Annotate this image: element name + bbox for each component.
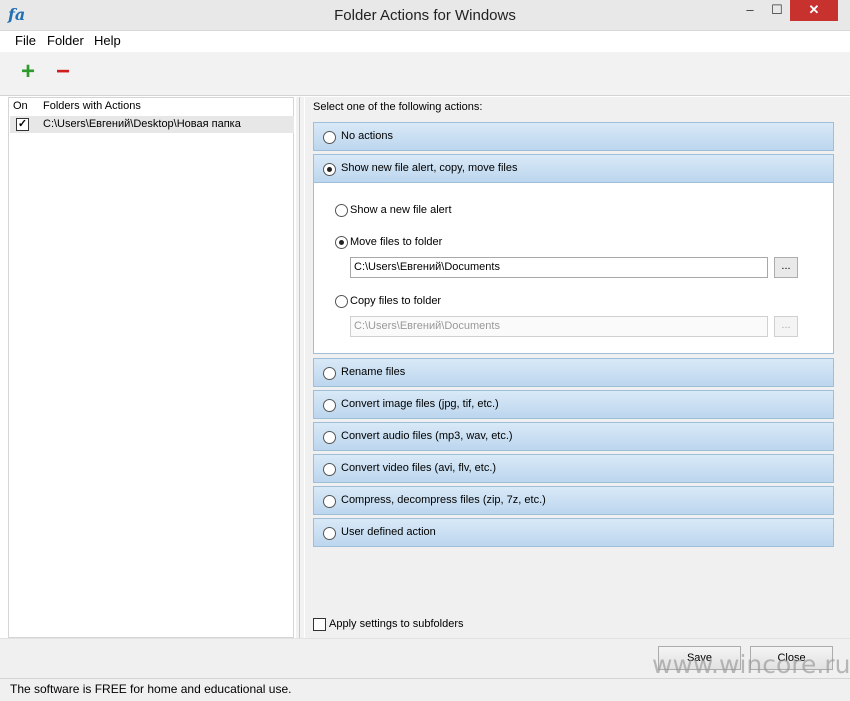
- column-header-folders[interactable]: Folders with Actions: [43, 100, 141, 112]
- copy-destination-field[interactable]: C:\Users\Евгений\Documents: [350, 316, 768, 337]
- status-bar: The software is FREE for home and educat…: [0, 678, 850, 701]
- close-window-button[interactable]: ✕: [790, 0, 838, 21]
- pane-splitter[interactable]: [296, 97, 304, 638]
- action-rename-files[interactable]: Rename files: [313, 358, 834, 387]
- action-label: Convert image files (jpg, tif, etc.): [341, 398, 499, 410]
- watermark: www.wincore.ru: [652, 650, 850, 679]
- action-label: No actions: [341, 130, 393, 142]
- folder-row[interactable]: ✓ C:\Users\Евгений\Desktop\Новая папка: [10, 116, 294, 133]
- status-text: The software is FREE for home and educat…: [10, 682, 292, 696]
- action-convert-image[interactable]: Convert image files (jpg, tif, etc.): [313, 390, 834, 419]
- radio-button[interactable]: [323, 527, 336, 540]
- radio-button[interactable]: [323, 399, 336, 412]
- copy-browse-button[interactable]: ...: [774, 316, 798, 337]
- folders-list: On Folders with Actions ✓ C:\Users\Евген…: [8, 97, 294, 638]
- action-no-actions[interactable]: No actions: [313, 122, 834, 151]
- menu-folder[interactable]: Folder: [47, 33, 84, 48]
- radio-button[interactable]: [323, 495, 336, 508]
- move-files-radio[interactable]: [335, 236, 348, 249]
- action-label: Convert video files (avi, flv, etc.): [341, 462, 497, 474]
- alert-copy-move-options: Show a new file alert Move files to fold…: [313, 183, 834, 354]
- action-compress[interactable]: Compress, decompress files (zip, 7z, etc…: [313, 486, 834, 515]
- folder-enabled-checkbox[interactable]: ✓: [16, 118, 29, 131]
- action-label: Rename files: [341, 366, 406, 378]
- remove-folder-button[interactable]: −: [52, 60, 74, 84]
- action-convert-audio[interactable]: Convert audio files (mp3, wav, etc.): [313, 422, 834, 451]
- apply-subfolders-checkbox[interactable]: [313, 618, 326, 631]
- window-title: Folder Actions for Windows: [334, 7, 516, 24]
- copy-files-label: Copy files to folder: [350, 295, 442, 307]
- minus-icon: −: [55, 58, 70, 85]
- move-files-label: Move files to folder: [350, 236, 443, 248]
- radio-button[interactable]: [323, 431, 336, 444]
- move-browse-button[interactable]: ...: [774, 257, 798, 278]
- action-label: Convert audio files (mp3, wav, etc.): [341, 430, 513, 442]
- apply-subfolders-label: Apply settings to subfolders: [329, 618, 464, 630]
- column-header-on[interactable]: On: [13, 100, 28, 112]
- maximize-button[interactable]: ☐: [764, 0, 790, 21]
- menu-file[interactable]: File: [15, 33, 36, 48]
- toolbar: + −: [0, 52, 850, 96]
- action-label: Compress, decompress files (zip, 7z, etc…: [341, 494, 546, 506]
- show-alert-radio[interactable]: [335, 204, 348, 217]
- show-alert-label: Show a new file alert: [350, 204, 452, 216]
- action-convert-video[interactable]: Convert video files (avi, flv, etc.): [313, 454, 834, 483]
- menu-help[interactable]: Help: [94, 33, 121, 48]
- folder-path: C:\Users\Евгений\Desktop\Новая папка: [43, 118, 241, 130]
- title-bar: fa Folder Actions for Windows ‒ ☐ ✕: [0, 0, 850, 31]
- radio-button[interactable]: [323, 463, 336, 476]
- add-folder-button[interactable]: +: [17, 60, 39, 84]
- radio-button[interactable]: [323, 367, 336, 380]
- plus-icon: +: [20, 58, 35, 85]
- minimize-button[interactable]: ‒: [737, 0, 763, 21]
- actions-pane: Select one of the following actions: No …: [305, 97, 850, 638]
- action-label: User defined action: [341, 526, 436, 538]
- radio-button-selected[interactable]: [323, 163, 336, 176]
- radio-button[interactable]: [323, 131, 336, 144]
- dialog-buttons: Save Close www.wincore.ru: [0, 638, 850, 679]
- action-user-defined[interactable]: User defined action: [313, 518, 834, 547]
- copy-files-radio[interactable]: [335, 295, 348, 308]
- action-alert-copy-move[interactable]: Show new file alert, copy, move files: [313, 154, 834, 183]
- actions-prompt: Select one of the following actions:: [313, 101, 483, 113]
- splitter-line: [299, 97, 300, 638]
- action-label: Show new file alert, copy, move files: [341, 162, 518, 174]
- move-destination-field[interactable]: C:\Users\Евгений\Documents: [350, 257, 768, 278]
- menu-bar: File Folder Help: [0, 31, 850, 51]
